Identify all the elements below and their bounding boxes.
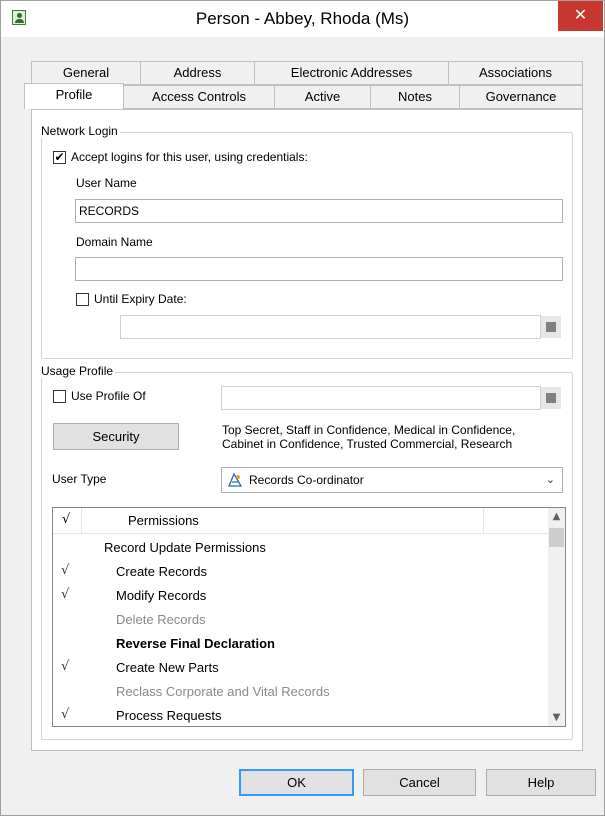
user-type-dropdown[interactable]: Records Co-ordinator ⌄ bbox=[221, 467, 563, 493]
tab-access-controls[interactable]: Access Controls bbox=[123, 85, 275, 109]
domain-name-label: Domain Name bbox=[76, 235, 153, 249]
list-item[interactable]: Reverse Final Declaration bbox=[53, 633, 545, 656]
list-item[interactable]: Record Update Permissions bbox=[53, 537, 545, 560]
user-type-value: Records Co-ordinator bbox=[249, 473, 364, 487]
domain-name-field[interactable] bbox=[75, 257, 563, 281]
list-item[interactable]: √ Process Requests bbox=[53, 705, 545, 726]
close-button[interactable]: ✕ bbox=[558, 1, 603, 31]
usage-profile-legend: Usage Profile bbox=[39, 364, 116, 378]
header-check-column[interactable]: √ bbox=[62, 512, 70, 527]
accept-logins-label: Accept logins for this user, using crede… bbox=[71, 150, 308, 164]
user-name-label: User Name bbox=[76, 176, 137, 190]
list-item[interactable]: √ Modify Records bbox=[53, 585, 545, 608]
permission-check[interactable]: √ bbox=[61, 707, 69, 722]
expiry-date-field[interactable] bbox=[120, 315, 541, 339]
use-profile-picker-button[interactable] bbox=[541, 387, 561, 409]
tab-active[interactable]: Active bbox=[274, 85, 371, 109]
tab-profile[interactable]: Profile bbox=[24, 83, 124, 109]
window-title: Person - Abbey, Rhoda (Ms) bbox=[195, 9, 410, 28]
column-divider bbox=[483, 508, 484, 534]
person-dialog: Person - Abbey, Rhoda (Ms) ✕ General Add… bbox=[0, 0, 605, 816]
tab-address[interactable]: Address bbox=[140, 61, 255, 85]
accept-logins-checkbox[interactable]: ✔ bbox=[53, 151, 66, 164]
expiry-checkbox[interactable] bbox=[76, 293, 89, 306]
scroll-up-icon[interactable]: ▲ bbox=[548, 508, 565, 525]
tab-associations[interactable]: Associations bbox=[448, 61, 583, 85]
tab-general[interactable]: General bbox=[31, 61, 141, 85]
security-button[interactable]: Security bbox=[53, 423, 179, 450]
permission-label: Reclass Corporate and Vital Records bbox=[116, 684, 330, 699]
chevron-down-icon: ⌄ bbox=[545, 473, 555, 486]
permission-check[interactable]: √ bbox=[61, 563, 69, 578]
security-levels-line2: Cabinet in Confidence, Trusted Commercia… bbox=[222, 437, 513, 451]
column-divider bbox=[81, 508, 82, 534]
tab-page-profile: Network Login ✔ Accept logins for this u… bbox=[31, 109, 583, 751]
tab-governance[interactable]: Governance bbox=[459, 85, 583, 109]
scroll-thumb[interactable] bbox=[549, 528, 564, 547]
help-button[interactable]: Help bbox=[486, 769, 596, 796]
security-levels-line1: Top Secret, Staff in Confidence, Medical… bbox=[222, 423, 516, 437]
scroll-down-icon[interactable]: ▼ bbox=[548, 709, 565, 726]
expiry-date-picker-button[interactable] bbox=[541, 316, 561, 338]
records-coordinator-icon bbox=[228, 473, 242, 487]
permissions-list[interactable]: √ Permissions Record Update Permissions √… bbox=[52, 507, 566, 727]
title-bar: Person - Abbey, Rhoda (Ms) ✕ bbox=[1, 1, 604, 37]
user-type-label: User Type bbox=[52, 472, 107, 486]
permission-label: Reverse Final Declaration bbox=[116, 636, 275, 651]
list-item[interactable]: Reclass Corporate and Vital Records bbox=[53, 681, 545, 704]
tab-notes[interactable]: Notes bbox=[370, 85, 460, 109]
picker-icon bbox=[546, 322, 556, 332]
list-item[interactable]: √ Create Records bbox=[53, 561, 545, 584]
use-profile-checkbox[interactable] bbox=[53, 390, 66, 403]
list-item[interactable]: √ Create New Parts bbox=[53, 657, 545, 680]
header-permissions-column[interactable]: Permissions bbox=[128, 513, 199, 528]
cancel-button[interactable]: Cancel bbox=[363, 769, 476, 796]
checkmark-icon: ✔ bbox=[54, 150, 65, 164]
permission-label: Delete Records bbox=[116, 612, 206, 627]
ok-button[interactable]: OK bbox=[239, 769, 354, 796]
permission-label: Record Update Permissions bbox=[104, 540, 266, 555]
list-item[interactable]: Delete Records bbox=[53, 609, 545, 632]
permission-label: Create Records bbox=[116, 564, 208, 579]
permission-label: Process Requests bbox=[116, 708, 222, 723]
network-login-legend: Network Login bbox=[39, 124, 120, 138]
permission-label: Modify Records bbox=[116, 588, 207, 603]
permission-label: Create New Parts bbox=[116, 660, 219, 675]
tab-electronic-addresses[interactable]: Electronic Addresses bbox=[254, 61, 449, 85]
permission-check[interactable]: √ bbox=[61, 587, 69, 602]
user-name-field[interactable]: RECORDS bbox=[75, 199, 563, 223]
expiry-label: Until Expiry Date: bbox=[94, 292, 187, 306]
use-profile-field[interactable] bbox=[221, 386, 541, 410]
permissions-scrollbar[interactable]: ▲ ▼ bbox=[548, 508, 565, 726]
permissions-list-header: √ Permissions bbox=[53, 508, 565, 534]
use-profile-label: Use Profile Of bbox=[71, 389, 146, 403]
permission-check[interactable]: √ bbox=[61, 659, 69, 674]
picker-icon bbox=[546, 393, 556, 403]
